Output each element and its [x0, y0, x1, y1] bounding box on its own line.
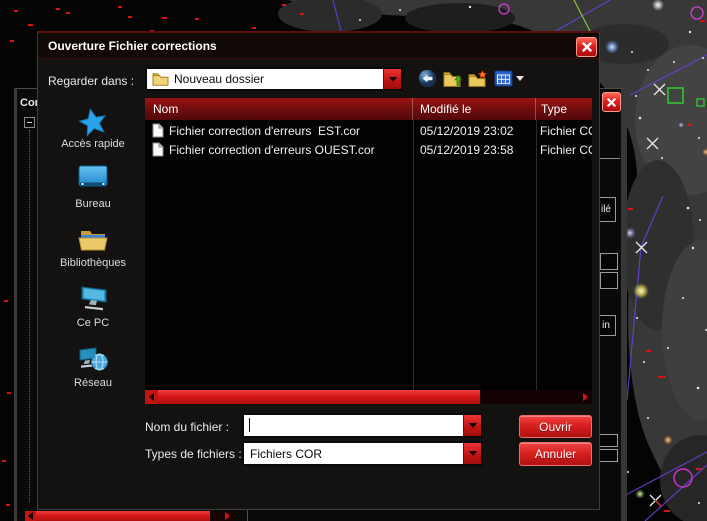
clipped-field [600, 272, 618, 289]
sidebar-label-desktop[interactable]: Bureau [46, 198, 140, 210]
close-icon [582, 42, 592, 52]
background-window-close-button[interactable] [602, 92, 621, 112]
file-type: Fichier CO [540, 124, 592, 138]
look-in-value: Nouveau dossier [174, 69, 264, 89]
file-row-est[interactable]: Fichier correction d'erreurs EST.cor 05/… [145, 122, 592, 141]
sidebar-item-desktop[interactable] [46, 161, 140, 193]
libraries-folder-icon [46, 223, 140, 255]
scroll-right-arrow-icon[interactable] [579, 390, 592, 404]
column-header-name[interactable]: Nom [145, 98, 413, 120]
cancel-button[interactable]: Annuler [519, 442, 592, 466]
collapse-box-icon[interactable] [24, 117, 35, 128]
filetype-dropdown-button[interactable] [463, 443, 481, 464]
look-in-combobox[interactable]: Nouveau dossier [145, 67, 403, 91]
clipped-field [600, 253, 618, 270]
desktop-icon [46, 161, 140, 193]
text-cursor [249, 418, 250, 432]
sidebar-item-network[interactable] [46, 343, 140, 375]
sidebar-label-libraries[interactable]: Bibliothèques [46, 257, 140, 269]
up-one-level-icon[interactable] [443, 69, 463, 88]
filetype-label: Types de fichiers : [145, 447, 242, 461]
file-row-ouest[interactable]: Fichier correction d'erreurs OUEST.cor 0… [145, 141, 592, 160]
divider [598, 158, 620, 159]
quick-access-star-icon [46, 106, 140, 138]
file-icon [152, 123, 164, 141]
look-in-dropdown-button[interactable] [383, 69, 401, 89]
sidebar-item-libraries[interactable] [46, 223, 140, 255]
sidebar-item-quick-access[interactable] [46, 106, 140, 138]
back-icon[interactable] [417, 69, 437, 88]
close-icon [607, 98, 616, 107]
file-icon [152, 142, 164, 160]
sidebar-label-this-pc[interactable]: Ce PC [46, 317, 140, 329]
sidebar-label-quick-access[interactable]: Accès rapide [46, 138, 140, 150]
open-file-dialog: Ouverture Fichier corrections Regarder d… [37, 31, 600, 510]
scroll-left-arrow-icon[interactable] [145, 390, 158, 404]
scrollbar-thumb[interactable] [158, 390, 480, 404]
column-divider [413, 120, 414, 390]
file-type: Fichier CO [540, 143, 592, 157]
filename-input[interactable] [242, 413, 483, 438]
this-pc-icon [46, 283, 140, 315]
view-menu-icon[interactable] [493, 69, 513, 88]
file-modified: 05/12/2019 23:02 [420, 124, 513, 138]
file-list-horizontal-scrollbar[interactable] [145, 390, 592, 404]
filetype-combobox[interactable]: Fichiers COR [242, 441, 483, 466]
file-name: Fichier correction d'erreurs EST.cor [169, 124, 360, 138]
background-horizontal-scrollbar[interactable] [25, 511, 234, 521]
file-name: Fichier correction d'erreurs OUEST.cor [169, 143, 375, 157]
folder-icon [152, 72, 169, 91]
file-list: Nom Modifié le Type Fichier correction d… [145, 98, 592, 404]
sidebar-label-network[interactable]: Réseau [46, 377, 140, 389]
file-list-header: Nom Modifié le Type [145, 98, 592, 120]
scrollbar-thumb[interactable] [36, 511, 210, 521]
sidebar-item-this-pc[interactable] [46, 283, 140, 315]
clipped-field [598, 434, 618, 447]
file-list-body: Fichier correction d'erreurs EST.cor 05/… [145, 120, 592, 390]
dialog-titlebar[interactable]: Ouverture Fichier corrections [38, 33, 599, 59]
open-button[interactable]: Ouvrir [519, 415, 592, 438]
look-in-label: Regarder dans : [48, 74, 134, 88]
filetype-value: Fichiers COR [250, 443, 322, 464]
filename-dropdown-button[interactable] [463, 415, 481, 436]
filename-label: Nom du fichier : [145, 420, 229, 434]
dialog-title: Ouverture Fichier corrections [48, 33, 217, 59]
dialog-close-button[interactable] [576, 37, 597, 57]
view-menu-dropdown-arrow-icon[interactable] [516, 76, 524, 81]
column-header-type[interactable]: Type [536, 98, 592, 120]
network-icon [46, 343, 140, 375]
scroll-right-arrow-icon[interactable] [221, 511, 234, 521]
column-header-modified[interactable]: Modifié le [413, 98, 536, 120]
file-modified: 05/12/2019 23:58 [420, 143, 513, 157]
scroll-left-arrow-icon[interactable] [25, 511, 36, 521]
screen: Con ilé in Ouverture Fichier corrections… [0, 0, 707, 521]
column-divider [536, 120, 537, 390]
new-folder-icon[interactable] [468, 69, 488, 88]
tree-guide-line [29, 130, 30, 502]
clipped-field [598, 449, 618, 462]
